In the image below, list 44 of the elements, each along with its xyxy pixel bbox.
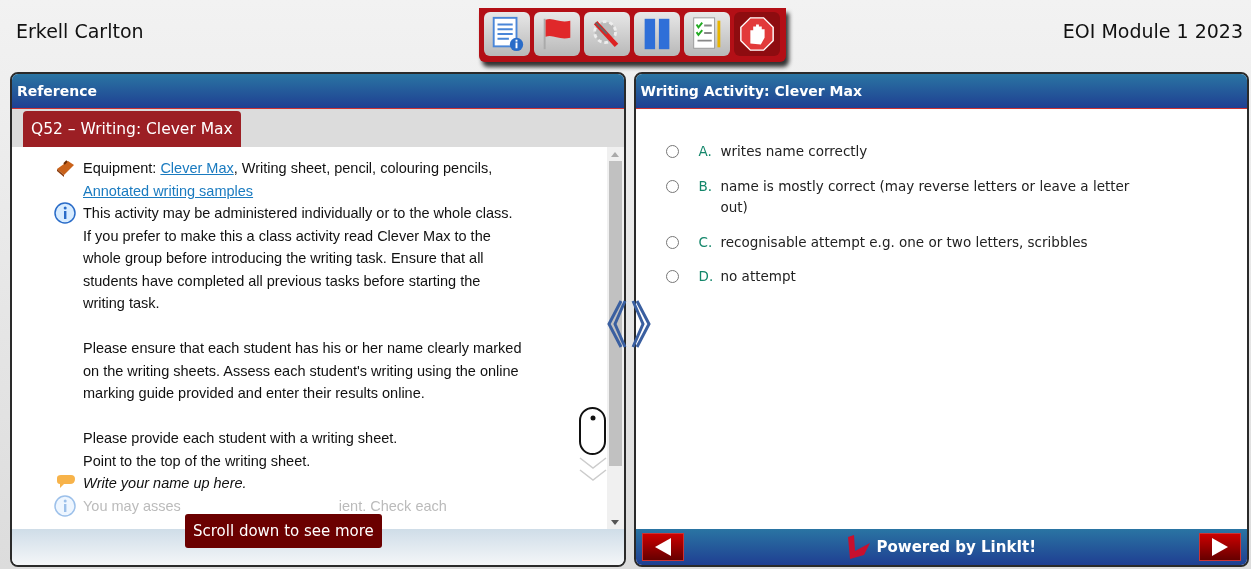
toolbar-button[interactable] xyxy=(734,12,780,56)
toolbar-button[interactable] xyxy=(634,12,680,56)
option-letter: B. xyxy=(698,176,714,196)
logo-icon xyxy=(846,535,873,559)
link[interactable]: Clever Max xyxy=(160,160,234,176)
option-letter: D. xyxy=(698,267,715,286)
scroll-thumb[interactable] xyxy=(608,161,622,466)
toolbar-button[interactable] xyxy=(484,12,530,56)
previous-icon xyxy=(653,537,672,557)
option-text: writes name correctly xyxy=(720,142,868,161)
info-icon xyxy=(53,202,76,224)
splitter-handle-icon[interactable] xyxy=(607,299,651,349)
radio-button[interactable] xyxy=(665,179,679,193)
panel-title: Reference xyxy=(12,74,624,109)
option-letter: C. xyxy=(698,232,714,252)
next-button[interactable] xyxy=(1199,533,1241,561)
instruction-text: Please ensure that each student has his or her name clearly marked on the writing sheets. Assess each student's writing using the online marking guide provided and enter their results online. xyxy=(83,339,522,403)
info-icon xyxy=(53,494,76,517)
faded-text: ient. Check each xyxy=(338,496,447,516)
prompt-text: Write your name up here. xyxy=(83,474,247,493)
instruction-text: Please provide each student with a writing sheet. Point to the top of the writing sheet. xyxy=(83,429,398,471)
radio-button[interactable] xyxy=(665,235,679,249)
module-title: EOI Module 1 2023 xyxy=(1062,20,1243,42)
scroll-down-icon[interactable] xyxy=(611,519,619,525)
question-tab[interactable]: Q52 – Writing: Clever Max xyxy=(23,111,241,147)
next-icon xyxy=(1211,537,1229,557)
toolbar-button[interactable] xyxy=(584,12,630,56)
stop-hand-icon xyxy=(738,15,776,53)
powered-by-text: Powered by LinkIt! xyxy=(876,538,1036,556)
radio-button[interactable] xyxy=(665,145,679,158)
user-name: Erkell Carlton xyxy=(16,20,144,42)
equipment-text: Equipment: Clever Max, Writing sheet, pencil, colouring pencils, Annotated writing samples xyxy=(83,159,493,201)
panel-title: Writing Activity: Clever Max xyxy=(635,74,1247,109)
radio-button[interactable] xyxy=(665,270,679,283)
link[interactable]: Annotated writing samples xyxy=(83,182,254,199)
scroll-hint[interactable]: Scroll down to see more xyxy=(185,514,382,548)
faded-text: You may asses xyxy=(83,496,181,516)
option-text: recognisable attempt e.g. one or two letters, scribbles xyxy=(720,232,1088,252)
instruction-text: This activity may be administered individually or to the whole class. If you prefer to make this a class activity read Clever Max to the whole group before introducing the writing task. Ensure that all students have completed all previous tasks before starting the writing task. xyxy=(83,204,513,313)
option-text: no attempt xyxy=(720,267,796,286)
option-letter: A. xyxy=(698,142,713,161)
option-text: name is mostly correct (may reverse letters or leave a letter out) xyxy=(720,176,1130,217)
scrollbar[interactable] xyxy=(606,147,624,529)
previous-button[interactable] xyxy=(641,533,684,561)
